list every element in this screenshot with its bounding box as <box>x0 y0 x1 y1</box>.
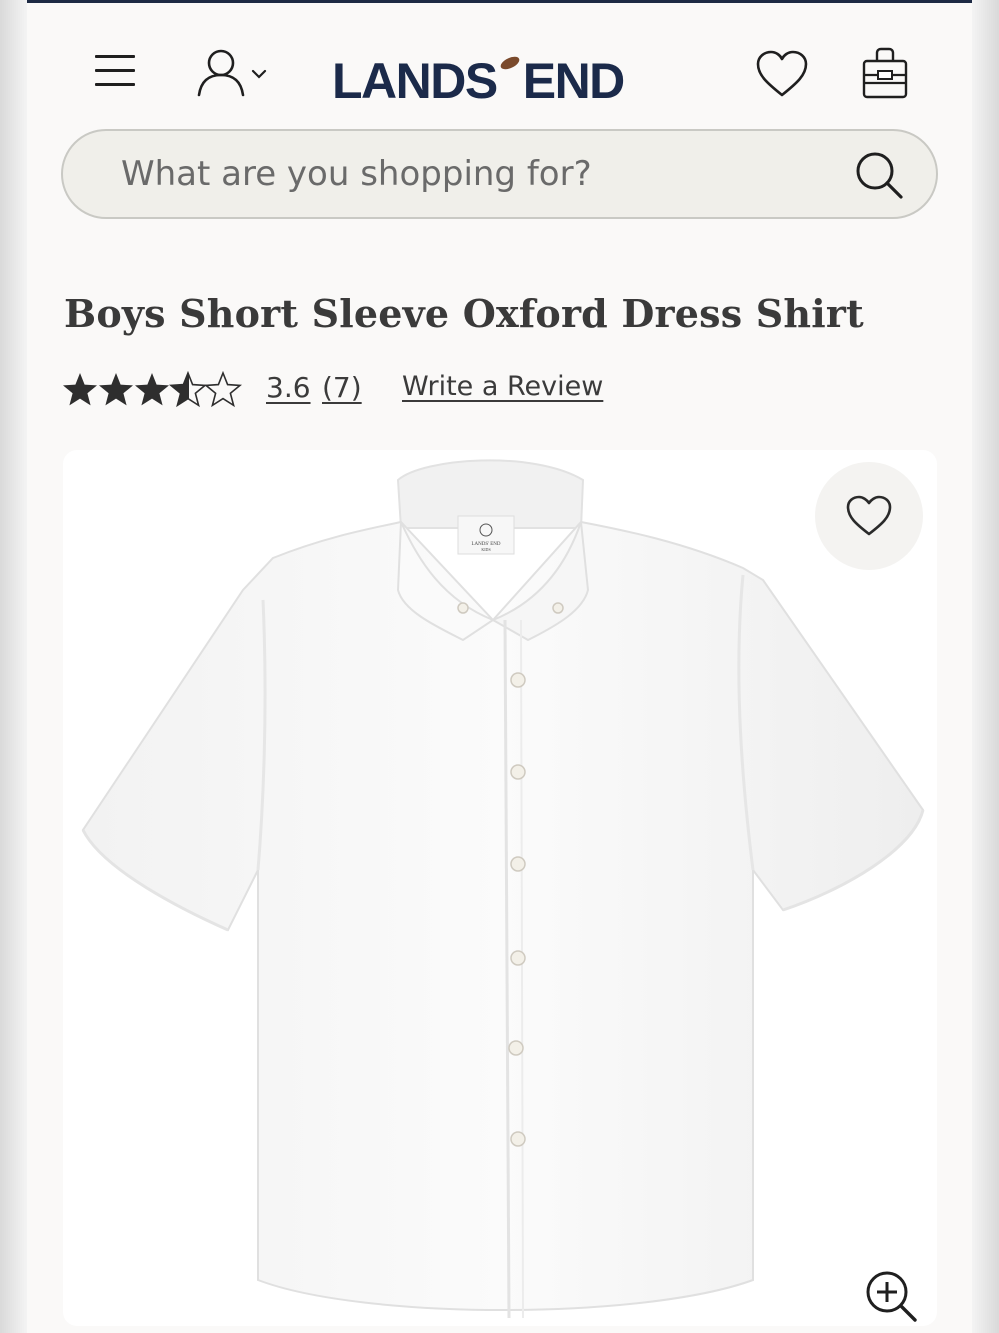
shopping-bag-button[interactable] <box>861 47 909 101</box>
product-image: LANDS' END KIDS <box>81 459 925 1319</box>
product-title: Boys Short Sleeve Oxford Dress Shirt <box>64 291 864 336</box>
svg-text:KIDS: KIDS <box>481 547 490 552</box>
brand-logo[interactable]: LANDS END <box>332 51 662 111</box>
search-bar[interactable] <box>61 129 938 219</box>
star-filled-icon <box>63 373 97 406</box>
review-count-link[interactable]: (7) <box>322 371 362 404</box>
heart-icon <box>846 495 892 536</box>
product-page: LANDSEND Boys Short Sleeve Oxford Dress … <box>27 0 972 1333</box>
product-image-card[interactable]: LANDS' END KIDS <box>63 450 937 1326</box>
star-empty-icon <box>205 372 241 407</box>
star-filled-icon <box>99 373 133 406</box>
star-rating[interactable] <box>62 371 242 409</box>
star-half-icon <box>170 372 206 407</box>
search-icon[interactable] <box>853 149 905 201</box>
heart-icon <box>756 50 808 97</box>
write-review-link[interactable]: Write a Review <box>402 371 603 402</box>
rating-value[interactable]: 3.6 <box>266 371 311 404</box>
shirt-label: LANDS' END KIDS <box>457 515 515 555</box>
user-icon <box>197 49 267 97</box>
wishlist-button[interactable] <box>755 49 809 101</box>
football-icon <box>500 56 520 70</box>
rating-row: 3.6 (7) Write a Review <box>62 369 762 413</box>
favorite-button[interactable] <box>815 462 923 570</box>
account-menu-button[interactable] <box>195 47 275 99</box>
hamburger-menu-icon[interactable] <box>95 55 135 87</box>
star-filled-icon <box>135 373 169 406</box>
shopping-bag-icon <box>862 47 908 99</box>
search-input[interactable] <box>121 145 821 203</box>
zoom-in-icon[interactable] <box>863 1268 919 1324</box>
